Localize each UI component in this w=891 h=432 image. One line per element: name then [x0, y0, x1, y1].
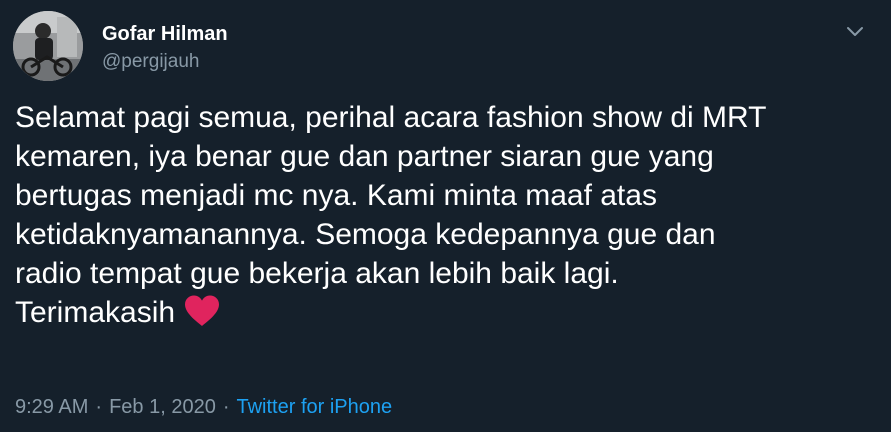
- avatar-photo: [13, 11, 83, 81]
- user-handle[interactable]: @pergijauh: [102, 50, 228, 74]
- tweet-card: Gofar Hilman @pergijauh Selamat pagi sem…: [0, 0, 891, 432]
- tweet-text-line: Selamat pagi semua, perihal acara fashio…: [15, 101, 767, 134]
- tweet-date[interactable]: Feb 1, 2020: [109, 396, 216, 418]
- tweet-text-line: radio tempat gue bekerja akan lebih baik…: [15, 257, 619, 290]
- tweet-text-line: kemaren, iya benar gue dan partner siara…: [15, 140, 714, 173]
- tweet-text-line: bertugas menjadi mc nya. Kami minta maaf…: [15, 179, 657, 212]
- display-name[interactable]: Gofar Hilman: [102, 22, 228, 46]
- tweet-text-line: ketidaknyamanannya. Semoga kedepannya gu…: [15, 218, 716, 251]
- chevron-down-icon: [847, 27, 863, 36]
- tweet-metadata: 9:29 AM · Feb 1, 2020 · Twitter for iPhone: [15, 394, 392, 420]
- avatar[interactable]: [13, 11, 83, 81]
- tweet-text: Selamat pagi semua, perihal acara fashio…: [15, 98, 875, 332]
- meta-separator: ·: [95, 396, 103, 418]
- tweet-time[interactable]: 9:29 AM: [15, 396, 88, 418]
- tweet-text-line: Terimakasih: [15, 296, 176, 329]
- heart-icon: [183, 294, 221, 328]
- tweet-source-link[interactable]: Twitter for iPhone: [236, 396, 392, 418]
- tweet-text-last-line: Terimakasih: [15, 293, 875, 332]
- tweet-menu-button[interactable]: [844, 23, 866, 41]
- meta-separator: ·: [222, 396, 230, 418]
- author-block: Gofar Hilman @pergijauh: [102, 22, 228, 74]
